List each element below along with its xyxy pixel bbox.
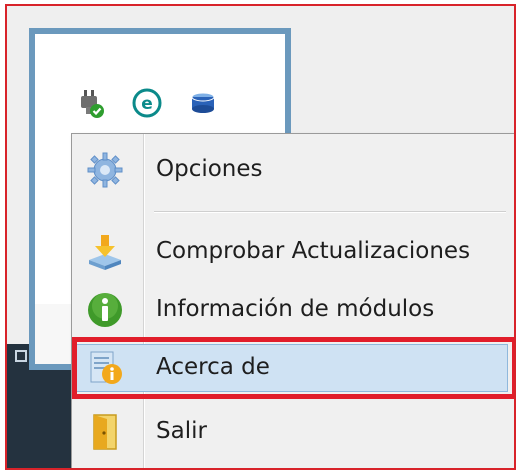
menu-item-label: Información de módulos: [156, 296, 435, 322]
screenshot-frame: e Opciones Comprobar Actualizaciones Inf…: [5, 4, 516, 470]
menu-item-label: Opciones: [156, 156, 263, 182]
gear-icon: [87, 152, 123, 188]
context-menu: Opciones Comprobar Actualizaciones Infor…: [71, 133, 514, 470]
info-green-icon: [88, 293, 122, 327]
download-update-icon: [89, 235, 121, 270]
power-plug-check-icon[interactable]: [75, 87, 107, 119]
show-desktop-button[interactable]: [15, 350, 27, 362]
menu-item-label: Salir: [156, 418, 207, 444]
eset-icon[interactable]: e: [131, 87, 163, 119]
menu-item-salir[interactable]: Salir: [72, 406, 514, 458]
menu-item-label: Comprobar Actualizaciones: [156, 238, 471, 264]
annotation-highlight-box: [72, 337, 514, 399]
disk-drive-icon[interactable]: [187, 87, 219, 119]
menu-item-informacion-modulos[interactable]: Información de módulos: [72, 284, 514, 336]
svg-text:e: e: [141, 94, 153, 114]
menu-item-opciones[interactable]: Opciones: [72, 142, 514, 198]
exit-door-icon: [93, 414, 117, 450]
menu-item-comprobar-actualizaciones[interactable]: Comprobar Actualizaciones: [72, 226, 514, 278]
menu-separator-highlight: [154, 212, 506, 213]
